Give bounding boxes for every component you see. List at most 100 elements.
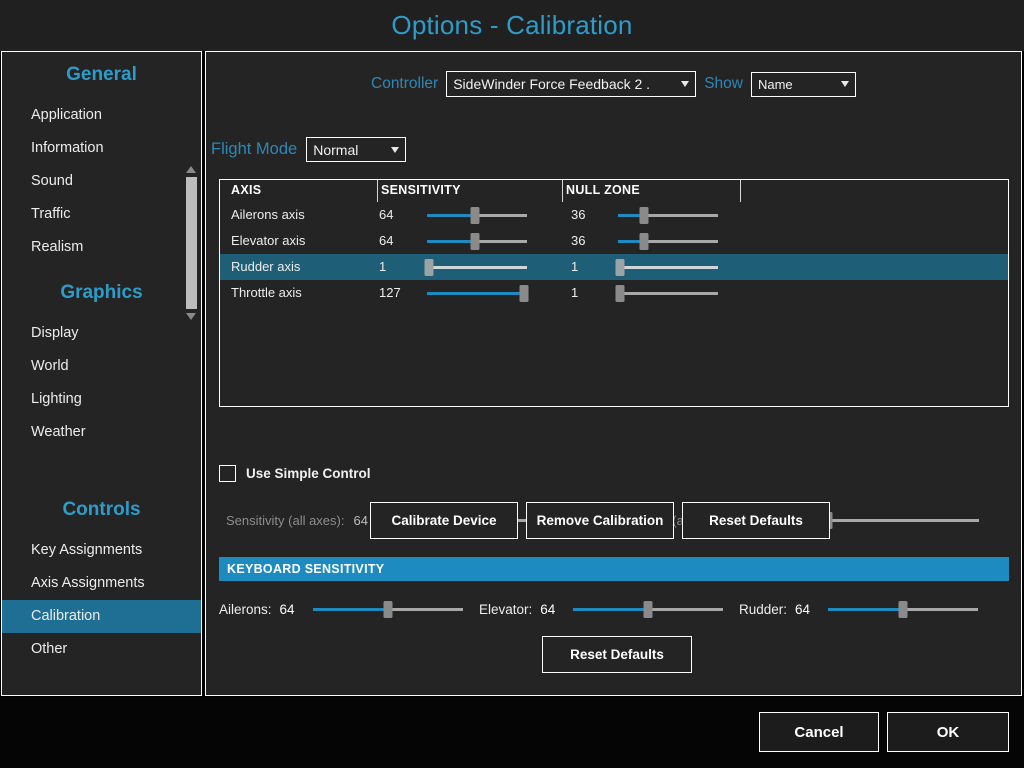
slider-track — [618, 292, 718, 295]
scrollbar-thumb[interactable] — [186, 177, 197, 309]
slider-knob[interactable] — [615, 285, 625, 302]
sensitivity-value: 64 — [379, 233, 394, 248]
sensitivity-value: 127 — [379, 285, 401, 300]
keyboard-elevator-track[interactable] — [573, 596, 724, 622]
calibrate-device-button[interactable]: Calibrate Device — [370, 502, 518, 539]
sidebar-item-label: Application — [31, 107, 102, 123]
sidebar-item-other[interactable]: Other — [2, 633, 201, 666]
keyboard-rudder-label: Rudder: — [739, 601, 788, 617]
slider-knob[interactable] — [639, 207, 649, 224]
sensitivity-value: 1 — [379, 259, 387, 274]
sidebar-item-application[interactable]: Application — [2, 99, 201, 132]
sidebar-item-weather[interactable]: Weather — [2, 416, 201, 449]
cancel-button[interactable]: Cancel — [759, 712, 879, 752]
null-zone-value: 1 — [571, 259, 579, 274]
sidebar-item-calibration[interactable]: Calibration — [2, 600, 201, 633]
sensitivity-all-axes-label: Sensitivity (all axes): — [226, 512, 345, 528]
keyboard-rudder-slider[interactable] — [828, 596, 979, 622]
null-zone-slider[interactable] — [615, 254, 718, 280]
keyboard-rudder-track[interactable] — [828, 596, 979, 622]
sensitivity-slider[interactable] — [427, 202, 527, 228]
slider-knob[interactable] — [898, 601, 908, 618]
controller-value: SideWinder Force Feedback 2 . — [453, 76, 651, 92]
keyboard-ailerons-value: 64 — [279, 601, 295, 617]
keyboard-sensitivity-heading: KEYBOARD SENSITIVITY — [219, 557, 1009, 581]
sidebar-item-label: Information — [31, 140, 104, 156]
keyboard-reset-defaults-button[interactable]: Reset Defaults — [542, 636, 692, 673]
sidebar-item-axis-assignments[interactable]: Axis Assignments — [2, 567, 201, 600]
sidebar-item-label: Sound — [31, 173, 73, 189]
table-row[interactable]: Rudder axis 1 1 — [220, 254, 1008, 280]
null-zone-slider[interactable] — [618, 228, 718, 254]
main-panel: Controller SideWinder Force Feedback 2 .… — [205, 51, 1022, 696]
sidebar-item-label: Display — [31, 325, 79, 341]
slider-knob[interactable] — [615, 259, 625, 276]
keyboard-elevator-slider[interactable] — [573, 596, 724, 622]
sidebar-item-label: Realism — [31, 239, 84, 255]
slider-knob[interactable] — [639, 233, 649, 250]
column-divider — [562, 180, 563, 202]
sensitivity-slider[interactable] — [424, 254, 527, 280]
title-bar: Options - Calibration — [0, 0, 1024, 51]
slider-fill — [312, 608, 388, 611]
controller-select[interactable]: SideWinder Force Feedback 2 . — [446, 71, 697, 97]
slider-knob[interactable] — [470, 233, 480, 250]
footer-bar: Cancel OK — [0, 697, 1024, 768]
remove-calibration-button[interactable]: Remove Calibration — [526, 502, 674, 539]
slider-fill — [427, 240, 475, 243]
column-header: SENSITIVITY — [381, 183, 461, 197]
sidebar-item-label: Traffic — [31, 206, 71, 222]
slider-knob[interactable] — [383, 601, 393, 618]
sidebar-item-sound[interactable]: Sound — [2, 165, 201, 198]
sidebar: General Application Information Sound Traffi… — [1, 51, 202, 696]
table-row[interactable]: Ailerons axis 64 36 — [220, 202, 1008, 228]
sidebar-item-traffic[interactable]: Traffic — [2, 198, 201, 231]
table-body: Ailerons axis 64 36 Elevator axis 64 36 Rudder… — [220, 202, 1008, 306]
chevron-down-icon — [840, 81, 849, 87]
slider-knob[interactable] — [424, 259, 434, 276]
null-zone-slider[interactable] — [618, 202, 718, 228]
sensitivity-value: 64 — [379, 207, 394, 222]
use-simple-control-checkbox[interactable] — [219, 465, 236, 482]
slider-track — [427, 266, 527, 269]
slider-knob[interactable] — [643, 601, 653, 618]
slider-knob[interactable] — [470, 207, 480, 224]
table-row[interactable]: Throttle axis 127 1 — [220, 280, 1008, 306]
sidebar-item-key-assignments[interactable]: Key Assignments — [2, 534, 201, 567]
keyboard-ailerons-label: Ailerons: — [219, 601, 272, 617]
column-divider — [740, 180, 741, 202]
table-header: AXIS SENSITIVITY NULL ZONE — [220, 180, 1008, 202]
sidebar-scrollbar[interactable] — [184, 164, 199, 322]
show-select[interactable]: Name — [750, 71, 856, 97]
triangle-up-icon[interactable] — [184, 164, 199, 175]
keyboard-ailerons-track[interactable] — [312, 596, 463, 622]
flight-mode-select[interactable]: Normal — [306, 137, 407, 162]
triangle-down-icon[interactable] — [184, 311, 199, 322]
chevron-down-icon — [681, 81, 690, 87]
sidebar-item-world[interactable]: World — [2, 350, 201, 383]
null-zone-slider[interactable] — [615, 280, 718, 306]
reset-defaults-button[interactable]: Reset Defaults — [682, 502, 830, 539]
keyboard-ailerons-slider[interactable] — [312, 596, 463, 622]
slider-knob[interactable] — [519, 285, 529, 302]
sidebar-item-display[interactable]: Display — [2, 317, 201, 350]
sidebar-item-realism[interactable]: Realism — [2, 231, 201, 264]
sidebar-item-label: Weather — [31, 424, 86, 440]
flight-mode-value: Normal — [313, 141, 359, 158]
ok-button[interactable]: OK — [887, 712, 1009, 752]
controller-row: Controller SideWinder Force Feedback 2 .… — [206, 71, 1021, 97]
axis-table: AXIS SENSITIVITY NULL ZONE Ailerons axis 64… — [219, 179, 1009, 407]
sidebar-item-information[interactable]: Information — [2, 132, 201, 165]
sensitivity-slider[interactable] — [427, 228, 527, 254]
null-zone-value: 36 — [571, 207, 586, 222]
sidebar-item-label: Calibration — [31, 608, 101, 624]
sensitivity-slider[interactable] — [427, 280, 529, 306]
table-row[interactable]: Elevator axis 64 36 — [220, 228, 1008, 254]
sidebar-item-lighting[interactable]: Lighting — [2, 383, 201, 416]
slider-fill — [573, 608, 649, 611]
column-header: AXIS — [231, 183, 262, 197]
use-simple-control-row[interactable]: Use Simple Control — [219, 465, 371, 482]
controller-label: Controller — [371, 75, 439, 92]
sensitivity-all-axes-value: 64 — [353, 512, 368, 528]
keyboard-rudder-value: 64 — [795, 601, 811, 617]
